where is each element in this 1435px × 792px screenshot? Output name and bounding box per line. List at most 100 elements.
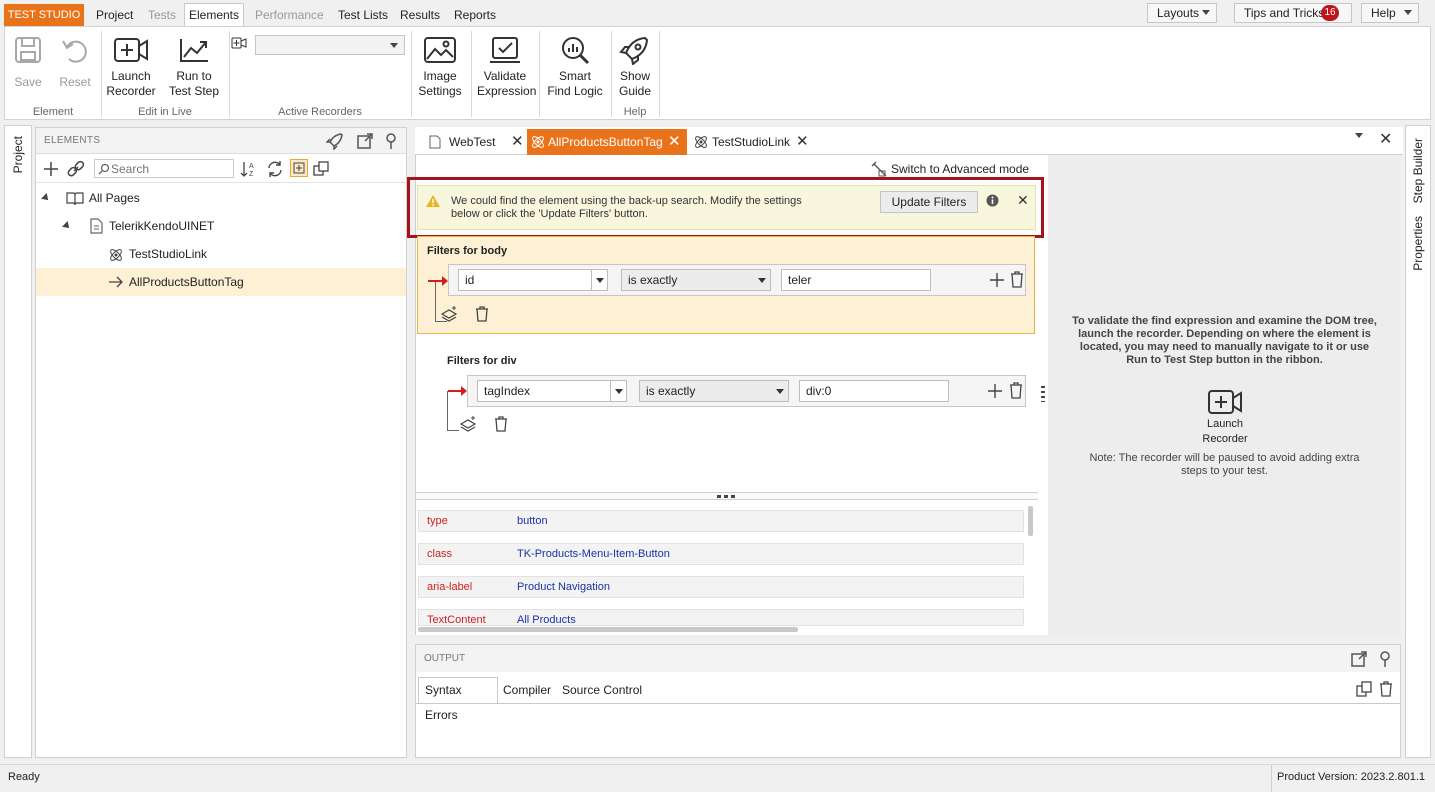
tree-item-page[interactable]: TelerikKendoUINET [36,212,406,240]
run-to-test-step-button[interactable]: Run to Test Step [167,35,221,99]
vertical-scrollbar[interactable] [1028,506,1033,536]
side-tab-project[interactable]: Project [11,136,25,173]
menu-tab-tests[interactable]: Tests [146,4,178,26]
add-group-icon[interactable] [459,415,477,433]
show-guide-button[interactable]: Show Guide [615,35,655,99]
launch-recorder-button[interactable]: Launch Recorder [105,35,157,99]
side-tab-properties[interactable]: Properties [1411,216,1425,271]
close-icon[interactable]: ✕ [1379,129,1392,149]
output-tab-syntax-errors[interactable]: Syntax Errors [418,677,498,722]
chevron-down-icon [772,381,788,401]
group-edit-live-label: Edit in Live [138,106,192,118]
image-settings-button[interactable]: Image Settings [415,35,465,99]
horizontal-scrollbar[interactable] [418,627,798,632]
attribute-combobox[interactable]: id [458,269,608,291]
add-group-icon[interactable] [440,305,458,323]
layouts-dropdown[interactable]: Layouts [1147,3,1217,23]
splitter-grip-icon [717,495,735,498]
menu-tab-elements[interactable]: Elements [184,3,244,27]
doc-tab-allproductsbuttontag[interactable]: AllProductsButtonTag ✕ [527,129,687,155]
link-icon[interactable] [66,160,86,178]
launch-recorder-label-1: Launch [111,69,151,83]
attribute-value: TK-Products-Menu-Item-Button [517,548,670,560]
doc-tab-teststudiolink[interactable]: TestStudioLink ✕ [691,129,811,155]
refresh-icon[interactable] [266,160,284,178]
atom-element-icon [532,136,544,148]
splitter-horizontal[interactable] [416,492,1038,500]
launch-recorder-pane-button[interactable]: Launch Recorder [1194,387,1256,447]
copy-icon[interactable] [1356,681,1372,697]
sort-az-icon[interactable]: AZ [240,160,260,178]
tabs-overflow-icon[interactable] [1355,133,1363,138]
attribute-row[interactable]: aria-label Product Navigation [418,576,1024,598]
menu-tab-reports[interactable]: Reports [452,4,498,26]
popout-icon[interactable] [1350,650,1368,668]
close-icon[interactable]: ✕ [668,129,681,155]
filter-value-input[interactable]: teler [781,269,931,291]
add-icon[interactable] [986,382,1004,400]
popout-icon[interactable] [356,132,374,150]
attribute-value: button [517,515,548,527]
trash-icon[interactable] [1378,680,1394,698]
trash-icon[interactable] [474,305,490,323]
menu-tab-results[interactable]: Results [398,4,442,26]
app-brand[interactable]: TEST STUDIO [4,4,84,26]
attribute-row[interactable]: class TK-Products-Menu-Item-Button [418,543,1024,565]
note-text-2: steps to your test. [1181,465,1268,477]
launch-label-1: Launch [1206,418,1244,430]
launch-recorder-label-2: Recorder [106,84,156,98]
warning-highlight-frame [407,177,1044,238]
validate-label-1: Validate [483,69,527,83]
attribute-value: Product Navigation [517,581,610,593]
menu-tab-performance[interactable]: Performance [253,4,326,26]
collapse-icon[interactable] [312,160,330,178]
validate-expression-button[interactable]: Validate Expression [477,35,536,99]
menu-tab-project[interactable]: Project [94,4,135,26]
divider [1271,765,1272,792]
tree-item-allproductsbuttontag[interactable]: AllProductsButtonTag [36,268,406,296]
search-input[interactable] [111,160,231,177]
expand-all-button[interactable] [290,159,308,177]
filter-row-div: tagIndex is exactly div:0 [467,375,1026,407]
filter-value-input[interactable]: div:0 [799,380,949,402]
attribute-row[interactable]: type button [418,510,1024,532]
expand-arrow-icon[interactable] [41,193,51,203]
switch-advanced-mode-link[interactable]: Switch to Advanced mode [891,162,1029,176]
side-tab-step-builder[interactable]: Step Builder [1411,138,1425,203]
close-icon[interactable]: ✕ [511,129,524,155]
trash-icon[interactable] [1008,381,1024,400]
pin-icon[interactable] [384,132,398,150]
splitter-grip-vertical[interactable] [1041,386,1045,402]
tree-item-all-pages[interactable]: All Pages [36,184,406,212]
trash-icon[interactable] [493,415,509,433]
add-icon[interactable] [988,271,1006,289]
output-tab-compiler[interactable]: Compiler [503,678,551,703]
reset-button[interactable]: Reset [57,35,93,90]
active-recorders-select[interactable] [255,35,405,55]
attribute-key: type [427,515,448,527]
expand-arrow-icon[interactable] [62,221,72,231]
tree-item-teststudiolink[interactable]: TestStudioLink [36,240,406,268]
chevron-down-icon[interactable] [591,270,607,290]
pin-icon[interactable] [1378,650,1392,668]
output-tab-source-control[interactable]: Source Control [562,678,642,703]
chevron-down-icon[interactable] [610,381,626,401]
doc-tab-webtest[interactable]: WebTest ✕ [423,129,525,155]
help-label: Help [1371,6,1396,20]
help-dropdown[interactable]: Help [1361,3,1419,23]
save-button[interactable]: Save [11,35,45,90]
elements-search-box[interactable] [94,159,234,178]
tree-label: TelerikKendoUINET [109,219,215,233]
smart-find-logic-button[interactable]: Smart Find Logic [545,35,605,99]
close-icon[interactable]: ✕ [796,129,809,155]
attribute-combobox[interactable]: tagIndex [477,380,627,402]
trash-icon[interactable] [1009,270,1025,289]
add-icon[interactable] [42,160,60,178]
attribute-row[interactable]: TextContent All Products [418,609,1024,626]
rocket-icon[interactable] [326,132,344,150]
attribute-key: class [427,548,453,560]
operator-select[interactable]: is exactly [621,269,771,291]
product-version: Product Version: 2023.2.801.1 [1277,771,1425,783]
menu-tab-test-lists[interactable]: Test Lists [336,4,390,26]
operator-select[interactable]: is exactly [639,380,789,402]
